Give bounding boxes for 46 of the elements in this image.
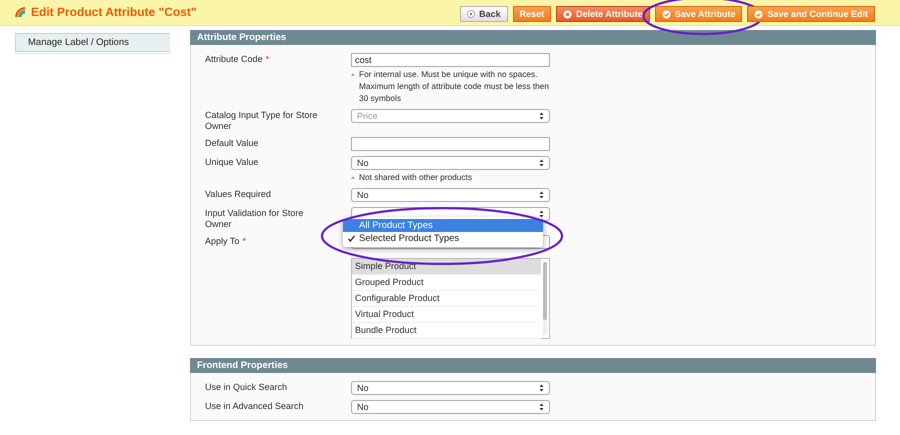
circle-dot-icon <box>467 10 476 18</box>
triangle-icon <box>351 73 355 76</box>
multi-select-list[interactable]: Simple Product Grouped Product Configurable Product Virtual Product Bundle Product <box>351 258 550 339</box>
section-header: Frontend Properties <box>190 358 876 373</box>
select-arrows-icon <box>539 384 544 392</box>
list-option[interactable]: Simple Product <box>352 259 541 275</box>
field-label: Unique Value <box>205 157 258 167</box>
field-label: Values Required <box>205 189 271 199</box>
cancel-icon <box>563 10 572 18</box>
field-hint: For internal use. Must be unique with no spaces. Maximum length of attribute code must be less then 30 symbols <box>359 68 550 104</box>
field-hint: Not shared with other products <box>359 171 472 183</box>
field-label: Use in Advanced Search <box>205 401 304 411</box>
select-arrows-icon <box>539 159 544 167</box>
back-button[interactable]: Back <box>460 6 508 22</box>
list-option[interactable]: Bundle Product <box>352 323 541 339</box>
field-label: Use in Quick Search <box>205 382 288 392</box>
select-field[interactable]: No <box>351 381 550 395</box>
text-field[interactable]: cost <box>351 53 550 67</box>
select-arrows-icon <box>539 191 544 199</box>
field-label: Default Value <box>205 138 258 148</box>
check-circle-icon <box>662 10 671 18</box>
check-circle-icon <box>754 10 764 18</box>
text-field[interactable] <box>351 137 550 151</box>
page-title: Edit Product Attribute "Cost" <box>31 5 197 19</box>
field-label: Catalog Input Type for Store Owner <box>205 110 318 131</box>
dropdown-option[interactable]: Selected Product Types <box>343 232 543 245</box>
dropdown-option[interactable]: All Product Types <box>343 219 543 232</box>
select-arrows-icon <box>539 403 544 411</box>
section-header: Attribute Properties <box>190 30 876 45</box>
list-option[interactable]: Configurable Product <box>352 291 541 307</box>
field-label: Attribute Code <box>205 54 263 64</box>
list-option[interactable]: Grouped Product <box>352 275 541 291</box>
select-arrows-icon <box>539 112 544 120</box>
required-mark: * <box>266 54 270 64</box>
sidebar-tab[interactable]: Manage Label / Options <box>15 33 170 52</box>
list-option[interactable]: Virtual Product <box>352 307 541 323</box>
triangle-icon <box>351 176 355 179</box>
field-label: Apply To <box>205 236 240 246</box>
field-label: Input Validation for Store Owner <box>205 208 304 229</box>
select-field[interactable]: No <box>351 156 550 170</box>
required-mark: * <box>242 236 246 246</box>
select-field[interactable]: No <box>351 188 550 202</box>
scrollbar-thumb[interactable] <box>543 262 547 320</box>
rainbow-icon <box>15 6 27 18</box>
select-field[interactable]: No <box>351 400 550 414</box>
select-arrows-icon <box>539 210 544 218</box>
